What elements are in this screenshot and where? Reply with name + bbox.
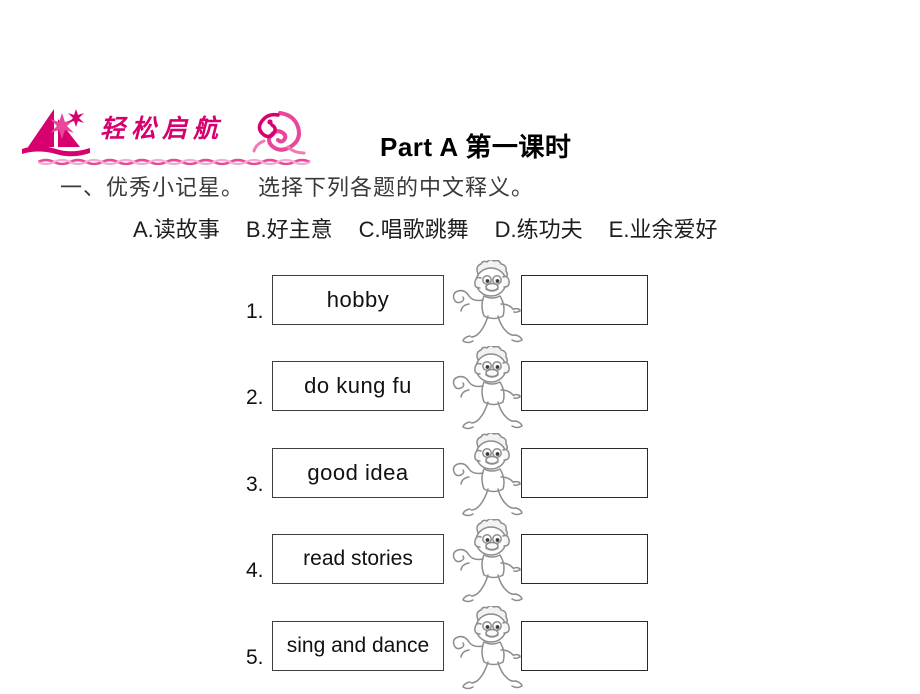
instruction-line: 一、优秀小记星。 选择下列各题的中文释义。 [60,170,534,202]
answer-box[interactable] [521,621,648,671]
answer-options-list: A.读故事 B.好主意 C.唱歌跳舞 D.练功夫 E.业余爱好 [133,212,717,244]
option-e-text: 业余爱好 [629,218,718,243]
exercise-row: 3. good idea [246,433,666,517]
exercise-number: 2. [246,386,264,409]
word-box: read stories [272,534,444,584]
option-c: C.唱歌跳舞 [359,212,469,244]
word-box: do kung fu [272,361,444,411]
exercise-number: 5. [246,646,264,669]
answer-box[interactable] [521,534,648,584]
option-b-letter: B. [245,217,267,242]
answer-box[interactable] [521,275,648,325]
section-title: 优秀小记星。 [106,176,245,201]
option-e-letter: E. [608,217,630,242]
option-e: E.业余爱好 [609,212,718,244]
option-a: A.读故事 [133,212,220,244]
word-box: good idea [272,448,444,498]
word-text: do kung fu [304,373,412,398]
monkey-illustration-icon [452,433,523,517]
word-box: sing and dance [272,621,444,671]
exercise-number: 3. [246,473,264,496]
monkey-illustration-icon [452,260,523,344]
monkey-illustration-icon [452,519,523,603]
word-box: hobby [272,275,444,325]
answer-box[interactable] [521,448,648,498]
sailboat-icon [22,109,90,157]
exercise-number: 4. [246,559,264,582]
page-title: Part A 第一课时 [380,127,571,164]
section-number: 一、 [60,176,107,201]
banner-logo-text: 轻松启航 [100,114,225,143]
word-text: hobby [326,287,390,312]
task-text: 选择下列各题的中文释义。 [258,176,535,201]
option-c-text: 唱歌跳舞 [380,218,469,243]
exercise-row: 1. hobby [246,260,666,344]
option-b-text: 好主意 [266,218,333,243]
part-label: Part A [380,132,458,162]
option-d-letter: D. [494,217,517,242]
section-banner: 轻松启航 [18,105,358,167]
word-text: sing and dance [286,634,430,657]
exercise-row: 4. read stories [246,519,666,603]
monkey-illustration-icon [452,606,523,690]
exercise-number: 1. [246,300,264,323]
option-a-letter: A. [133,217,154,242]
answer-box[interactable] [521,361,648,411]
option-b: B.好主意 [246,212,333,244]
word-text: read stories [303,547,413,570]
option-d-text: 练功夫 [516,218,583,243]
exercise-row: 5. sing and dance [246,606,666,690]
exercise-row: 2. do kung fu [246,346,666,430]
banner-decorative-rule [38,158,311,165]
option-a-text: 读故事 [153,218,220,243]
word-text: good idea [307,460,409,485]
monkey-illustration-icon [452,346,523,430]
option-d: D.练功夫 [495,212,583,244]
phoenix-swirl-ornament-icon [252,111,306,155]
option-c-letter: C. [358,217,381,242]
lesson-label: 第一课时 [465,133,572,163]
